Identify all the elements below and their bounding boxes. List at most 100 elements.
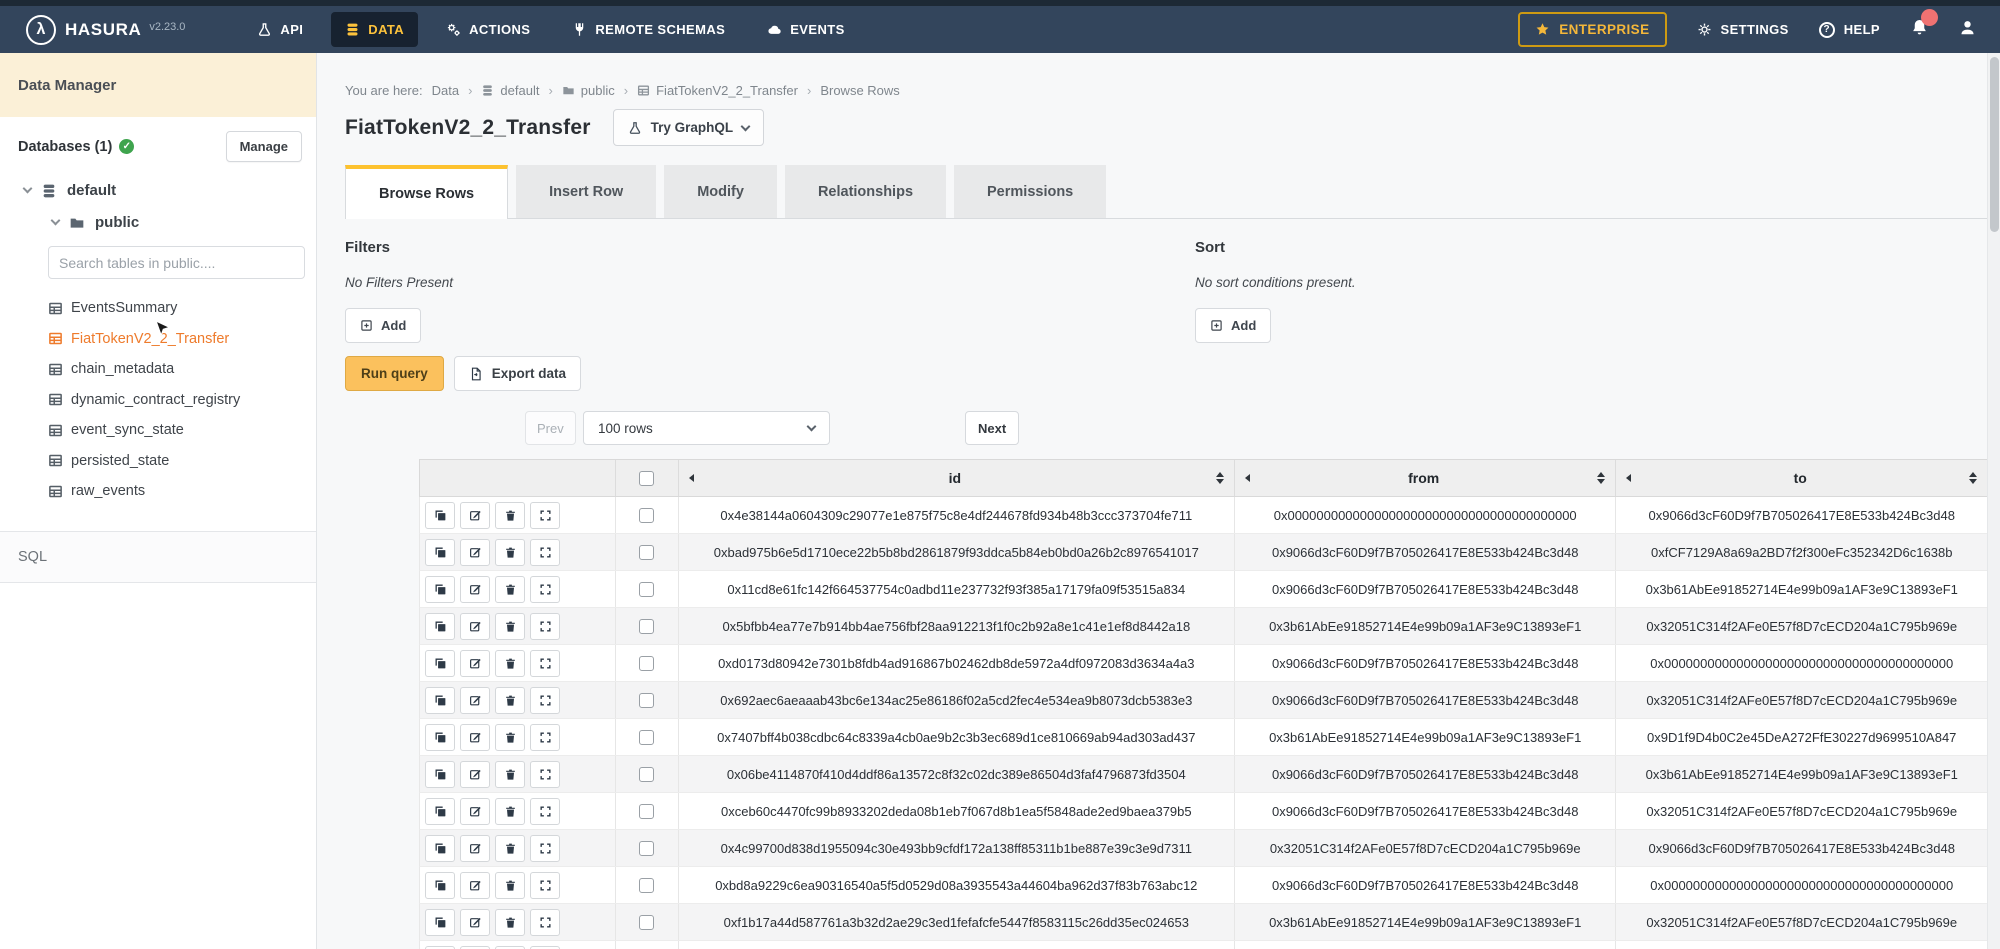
row-checkbox[interactable]	[639, 730, 654, 745]
expand-row-button[interactable]	[530, 798, 560, 825]
row-checkbox[interactable]	[639, 582, 654, 597]
expand-row-button[interactable]	[530, 687, 560, 714]
next-page-button[interactable]: Next	[965, 411, 1019, 445]
rows-per-page-select[interactable]: 100 rows	[583, 411, 830, 445]
expand-row-button[interactable]	[530, 946, 560, 949]
delete-row-button[interactable]	[495, 909, 525, 936]
add-sort-button[interactable]: Add	[1195, 308, 1271, 343]
delete-row-button[interactable]	[495, 761, 525, 788]
sort-icon[interactable]	[1216, 472, 1224, 484]
nav-item-events[interactable]: EVENTS	[753, 12, 858, 47]
add-filter-button[interactable]: Add	[345, 308, 421, 343]
breadcrumb-item-table[interactable]: FiatTokenV2_2_Transfer	[637, 83, 798, 98]
vertical-scrollbar[interactable]	[1987, 53, 2000, 949]
sidebar-table-item[interactable]: chain_metadata	[48, 354, 316, 385]
sql-section[interactable]: SQL	[0, 531, 316, 583]
header-col-id[interactable]: id	[679, 460, 1235, 496]
clone-row-button[interactable]	[425, 872, 455, 899]
nav-item-data[interactable]: DATA	[331, 12, 418, 47]
breadcrumb-item-public[interactable]: public	[562, 83, 615, 98]
breadcrumb-item-browse-rows[interactable]: Browse Rows	[820, 83, 899, 98]
delete-row-button[interactable]	[495, 872, 525, 899]
clone-row-button[interactable]	[425, 650, 455, 677]
header-col-from[interactable]: from	[1235, 460, 1617, 496]
breadcrumb-item-data[interactable]: Data	[432, 83, 459, 98]
edit-row-button[interactable]	[460, 687, 490, 714]
chevron-down-icon[interactable]	[51, 216, 61, 226]
row-checkbox[interactable]	[639, 656, 654, 671]
settings-button[interactable]: SETTINGS	[1697, 22, 1789, 37]
manage-button[interactable]: Manage	[226, 131, 302, 162]
notifications-button[interactable]	[1910, 18, 1929, 42]
expand-row-button[interactable]	[530, 761, 560, 788]
row-checkbox[interactable]	[639, 693, 654, 708]
expand-row-button[interactable]	[530, 724, 560, 751]
edit-row-button[interactable]	[460, 613, 490, 640]
clone-row-button[interactable]	[425, 724, 455, 751]
prev-page-button[interactable]: Prev	[525, 411, 576, 445]
sidebar-table-item[interactable]: dynamic_contract_registry	[48, 385, 316, 416]
sidebar-table-item[interactable]: event_sync_state	[48, 415, 316, 446]
clone-row-button[interactable]	[425, 798, 455, 825]
edit-row-button[interactable]	[460, 798, 490, 825]
expand-row-button[interactable]	[530, 502, 560, 529]
clone-row-button[interactable]	[425, 835, 455, 862]
schema-tree-item[interactable]: public	[52, 214, 316, 231]
tab-modify[interactable]: Modify	[664, 165, 777, 218]
edit-row-button[interactable]	[460, 946, 490, 949]
hasura-logo[interactable]: λ HASURA v2.23.0	[26, 15, 185, 45]
breadcrumb-item-default[interactable]: default	[481, 83, 539, 98]
clone-row-button[interactable]	[425, 502, 455, 529]
sidebar-table-item[interactable]: persisted_state	[48, 446, 316, 477]
help-button[interactable]: HELP	[1819, 22, 1880, 38]
sidebar-table-item[interactable]: FiatTokenV2_2_Transfer	[48, 324, 316, 355]
clone-row-button[interactable]	[425, 761, 455, 788]
row-checkbox[interactable]	[639, 804, 654, 819]
tab-insert-row[interactable]: Insert Row	[516, 165, 656, 218]
delete-row-button[interactable]	[495, 724, 525, 751]
row-checkbox[interactable]	[639, 619, 654, 634]
expand-row-button[interactable]	[530, 539, 560, 566]
edit-row-button[interactable]	[460, 502, 490, 529]
expand-row-button[interactable]	[530, 872, 560, 899]
user-menu-button[interactable]	[1959, 19, 1976, 41]
delete-row-button[interactable]	[495, 539, 525, 566]
edit-row-button[interactable]	[460, 724, 490, 751]
edit-row-button[interactable]	[460, 650, 490, 677]
edit-row-button[interactable]	[460, 576, 490, 603]
sidebar-table-item[interactable]: EventsSummary	[48, 293, 316, 324]
delete-row-button[interactable]	[495, 835, 525, 862]
sort-icon[interactable]	[1969, 472, 1977, 484]
database-tree-item[interactable]: default	[24, 182, 316, 199]
delete-row-button[interactable]	[495, 613, 525, 640]
select-all-checkbox[interactable]	[639, 471, 654, 486]
row-checkbox[interactable]	[639, 767, 654, 782]
clone-row-button[interactable]	[425, 687, 455, 714]
row-checkbox[interactable]	[639, 878, 654, 893]
export-data-button[interactable]: Export data	[454, 356, 581, 391]
clone-row-button[interactable]	[425, 613, 455, 640]
tab-relationships[interactable]: Relationships	[785, 165, 946, 218]
delete-row-button[interactable]	[495, 687, 525, 714]
delete-row-button[interactable]	[495, 946, 525, 949]
edit-row-button[interactable]	[460, 761, 490, 788]
edit-row-button[interactable]	[460, 872, 490, 899]
expand-row-button[interactable]	[530, 613, 560, 640]
clone-row-button[interactable]	[425, 946, 455, 949]
tab-permissions[interactable]: Permissions	[954, 165, 1106, 218]
search-tables-input[interactable]	[48, 246, 305, 279]
delete-row-button[interactable]	[495, 650, 525, 677]
tab-browse-rows[interactable]: Browse Rows	[345, 165, 508, 219]
try-graphql-button[interactable]: Try GraphQL	[613, 109, 765, 146]
nav-item-remote-schemas[interactable]: REMOTE SCHEMAS	[558, 12, 739, 47]
delete-row-button[interactable]	[495, 576, 525, 603]
row-checkbox[interactable]	[639, 508, 654, 523]
delete-row-button[interactable]	[495, 798, 525, 825]
row-checkbox[interactable]	[639, 545, 654, 560]
nav-item-actions[interactable]: ACTIONS	[432, 12, 544, 47]
nav-item-api[interactable]: API	[243, 12, 317, 47]
enterprise-button[interactable]: ENTERPRISE	[1518, 12, 1666, 47]
chevron-down-icon[interactable]	[23, 184, 33, 194]
edit-row-button[interactable]	[460, 539, 490, 566]
expand-row-button[interactable]	[530, 576, 560, 603]
